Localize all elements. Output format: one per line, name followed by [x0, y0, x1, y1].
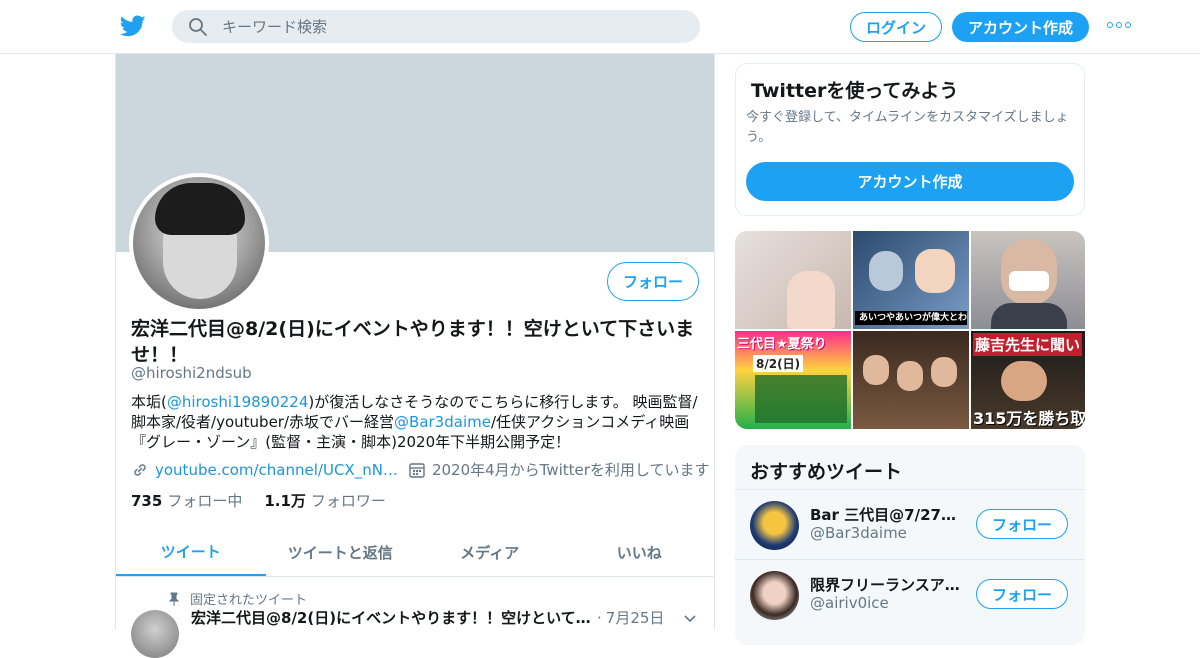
link-icon [134, 463, 146, 476]
tweet-date[interactable]: 7月25日 [606, 607, 665, 628]
twitter-bird-icon[interactable] [119, 13, 147, 39]
profile-meta: youtube.com/channel/UCX_nN… 2020年4月からTwi… [131, 459, 709, 480]
profile-bio: 本垢(@hiroshi19890224)が復活しなさそうなのでこちらに移行します… [131, 393, 698, 451]
pin-icon [168, 592, 180, 606]
rec-name[interactable]: Bar 三代目@7/27も… [810, 504, 960, 525]
gallery-caption: 8/2(日) [753, 355, 804, 372]
gallery-photo[interactable]: あいつやあいつが偉大とわか [853, 231, 969, 329]
tab-likes[interactable]: いいね [565, 529, 715, 576]
rec-handle: @airiv0ice [810, 594, 889, 612]
tab-tweets[interactable]: ツイート [116, 529, 266, 576]
tweet-author-name[interactable]: 宏洋二代目@8/2(日)にイベントやります！！空けといて下さいませ！！ [191, 607, 593, 628]
profile-display-name: 宏洋二代目@8/2(日)にイベントやります！！空けといて下さいませ！！ [131, 318, 695, 366]
gallery-photo[interactable] [853, 331, 969, 429]
followers-count[interactable]: 1.1万 フォロワー [264, 490, 386, 511]
bio-mention-link[interactable]: @Bar3daime [394, 413, 491, 431]
login-button[interactable]: ログイン [850, 12, 942, 42]
tab-media[interactable]: メディア [415, 529, 565, 576]
gallery-photo[interactable] [971, 231, 1085, 329]
bio-mention-link[interactable]: @hiroshi19890224 [167, 393, 309, 411]
rec-name[interactable]: 限界フリーランスア… [810, 574, 960, 595]
search-input[interactable] [222, 17, 662, 36]
calendar-icon [409, 462, 425, 478]
promo-description: 今すぐ登録して、タイムラインをカスタマイズしましょう。 [746, 110, 1069, 145]
profile-handle: @hiroshi2ndsub [131, 364, 252, 382]
more-dots-icon[interactable] [1107, 22, 1131, 32]
rec-handle: @Bar3daime [810, 524, 907, 542]
rec-item[interactable]: Bar 三代目@7/27も… @Bar3daime フォロー [735, 489, 1085, 558]
chevron-down-icon[interactable] [683, 612, 697, 626]
avatar[interactable] [750, 571, 799, 620]
tweet-separator: · [597, 608, 602, 627]
promo-title: Twitterを使ってみよう [751, 80, 959, 102]
sidebar-signup-button[interactable]: アカウント作成 [746, 162, 1074, 201]
gallery-photo[interactable]: 藤吉先生に聞い 315万を勝ち取 [971, 331, 1085, 429]
profile-avatar[interactable] [129, 173, 269, 313]
top-navigation-bar: ログイン アカウント作成 [0, 0, 1200, 54]
tab-tweets-and-replies[interactable]: ツイートと返信 [266, 529, 416, 576]
gallery-caption: 315万を勝ち取 [973, 409, 1085, 428]
avatar[interactable] [750, 501, 799, 550]
search-box[interactable] [172, 10, 700, 43]
gallery-photo[interactable] [735, 231, 851, 329]
recommended-tweets: おすすめツイート Bar 三代目@7/27も… @Bar3daime フォロー … [735, 445, 1085, 645]
pinned-tweet-label: 固定されたツイート [168, 589, 307, 608]
gallery-photo[interactable]: 三代目★夏祭り 8/2(日) [735, 331, 851, 429]
signup-button[interactable]: アカウント作成 [952, 12, 1089, 42]
tweet-author-avatar[interactable] [131, 610, 179, 658]
follow-button[interactable]: フォロー [607, 262, 699, 301]
gallery-caption: あいつやあいつが偉大とわか [855, 311, 967, 325]
profile-url-link[interactable]: youtube.com/channel/UCX_nN… [155, 461, 398, 479]
media-gallery: あいつやあいつが偉大とわか 三代目★夏祭り 8/2(日) 藤吉先生に聞い 315… [735, 231, 1085, 429]
profile-tabs: ツイート ツイートと返信 メディア いいね [116, 529, 714, 577]
rec-item[interactable]: 限界フリーランスア… @airiv0ice フォロー [735, 559, 1085, 628]
follow-counts: 735 フォロー中 1.1万 フォロワー [131, 490, 386, 511]
gallery-caption: 三代目★夏祭り [737, 337, 827, 352]
rec-follow-button[interactable]: フォロー [976, 509, 1068, 539]
gallery-caption: 藤吉先生に聞い [973, 333, 1083, 356]
tweet-header: 宏洋二代目@8/2(日)にイベントやります！！空けといて下さいませ！！ · 7月… [191, 607, 664, 628]
join-date: 2020年4月からTwitterを利用しています [431, 461, 710, 479]
signup-promo-card: Twitterを使ってみよう 今すぐ登録して、タイムラインをカスタマイズしましょ… [735, 63, 1085, 216]
recs-title: おすすめツイート [750, 461, 903, 483]
rec-follow-button[interactable]: フォロー [976, 579, 1068, 609]
following-count[interactable]: 735 フォロー中 [131, 490, 242, 511]
profile-column: フォロー 宏洋二代目@8/2(日)にイベントやります！！空けといて下さいませ！！… [115, 54, 715, 658]
search-icon [189, 17, 207, 36]
